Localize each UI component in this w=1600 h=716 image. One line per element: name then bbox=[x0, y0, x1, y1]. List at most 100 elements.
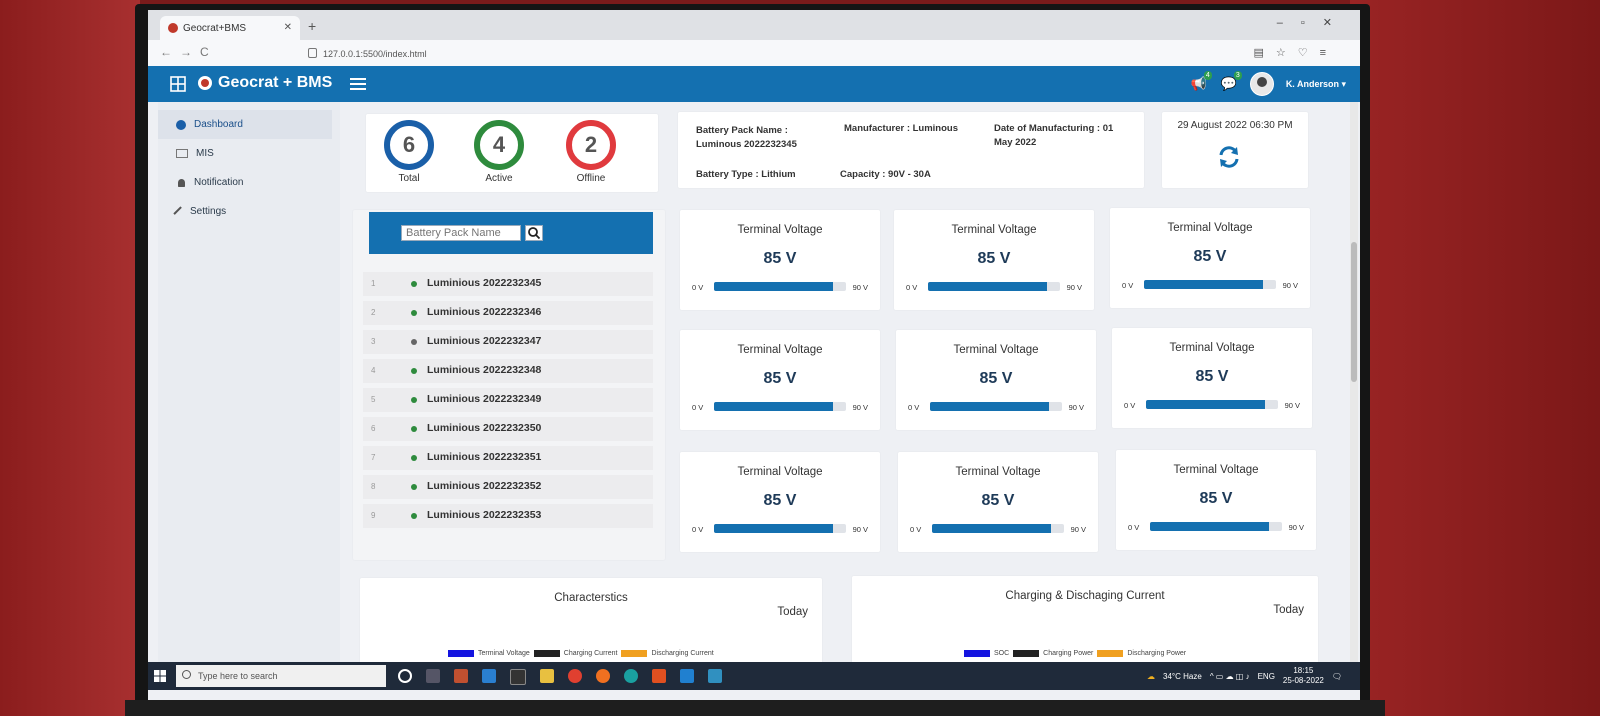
row-number: 9 bbox=[371, 511, 376, 520]
weather-icon: ☁ bbox=[1147, 671, 1156, 681]
list-item[interactable]: 4 Luminious 2022232348 bbox=[363, 359, 653, 383]
stat-offline[interactable]: 2 Offline bbox=[556, 120, 626, 184]
list-item[interactable]: 6 Luminious 2022232350 bbox=[363, 417, 653, 441]
chart-period[interactable]: Today bbox=[1273, 604, 1304, 616]
voltage-bar bbox=[928, 282, 1060, 291]
list-item[interactable]: 3 Luminious 2022232347 bbox=[363, 330, 653, 354]
voltage-card[interactable]: Terminal Voltage 85 V 0 V 90 V bbox=[894, 210, 1094, 310]
weather-text[interactable]: 34°C Haze bbox=[1163, 672, 1202, 681]
megaphone-icon[interactable]: 📢 4 bbox=[1190, 71, 1212, 93]
task-view-icon[interactable] bbox=[426, 669, 440, 683]
avatar[interactable] bbox=[1249, 72, 1274, 96]
list-item[interactable]: 9 Luminious 2022232353 bbox=[363, 504, 653, 528]
search-band bbox=[369, 212, 653, 254]
chart-period[interactable]: Today bbox=[777, 606, 808, 618]
voltage-card[interactable]: Terminal Voltage 85 V 0 V 90 V bbox=[680, 210, 880, 310]
voltage-card[interactable]: Terminal Voltage 85 V 0 V 90 V bbox=[1116, 450, 1316, 550]
windows-start-icon[interactable] bbox=[154, 670, 166, 682]
list-item[interactable]: 1 Luminious 2022232345 bbox=[363, 272, 653, 296]
legend-label[interactable]: Terminal Voltage bbox=[478, 650, 530, 657]
nav-buttons[interactable]: ←→C bbox=[160, 45, 217, 59]
tray-icons[interactable]: ^ ▭ ☁ ◫ ♪ bbox=[1210, 672, 1250, 681]
voltage-bar-fill bbox=[1144, 280, 1263, 289]
mis-icon bbox=[176, 149, 188, 158]
terminal-icon[interactable] bbox=[510, 669, 526, 685]
chrome-icon[interactable] bbox=[568, 669, 582, 683]
apps-grid-icon[interactable] bbox=[170, 76, 186, 92]
list-item[interactable]: 7 Luminious 2022232351 bbox=[363, 446, 653, 470]
message-icon[interactable]: 💬 3 bbox=[1220, 71, 1242, 93]
browser-toolbar-icons[interactable]: ▤☆♡≡ bbox=[1253, 46, 1338, 59]
background-left bbox=[0, 0, 140, 716]
hamburger-menu-icon[interactable] bbox=[350, 77, 366, 91]
voltage-card[interactable]: Terminal Voltage 85 V 0 V 90 V bbox=[896, 330, 1096, 430]
voltage-card[interactable]: Terminal Voltage 85 V 0 V 90 V bbox=[680, 452, 880, 552]
offline-ring: 2 bbox=[566, 120, 616, 170]
legend-label[interactable]: Charging Current bbox=[564, 650, 618, 657]
language-indicator[interactable]: ENG bbox=[1258, 672, 1275, 681]
sidebar-item-dashboard[interactable]: Dashboard bbox=[158, 110, 332, 139]
firefox-icon[interactable] bbox=[596, 669, 610, 683]
voltage-card[interactable]: Terminal Voltage 85 V 0 V 90 V bbox=[1112, 328, 1312, 428]
vscode-icon[interactable] bbox=[680, 669, 694, 683]
legend-swatch bbox=[1097, 650, 1124, 657]
battery-search-input[interactable] bbox=[401, 225, 521, 241]
edge-legacy-icon[interactable] bbox=[454, 669, 468, 683]
notifications-icon[interactable]: 🗨 bbox=[1332, 672, 1342, 681]
close-tab-icon[interactable]: ✕ bbox=[284, 22, 292, 33]
window-controls[interactable]: –▫✕ bbox=[1277, 16, 1350, 29]
page-scrollbar[interactable] bbox=[1350, 102, 1358, 662]
scrollbar-thumb[interactable] bbox=[1351, 242, 1357, 382]
legend-label[interactable]: Discharging Current bbox=[651, 650, 713, 657]
list-item[interactable]: 5 Luminious 2022232349 bbox=[363, 388, 653, 412]
clock[interactable]: 18:15 25-08-2022 bbox=[1283, 666, 1324, 686]
voltage-min: 0 V bbox=[908, 403, 920, 412]
user-menu[interactable]: K. Anderson ▾ bbox=[1286, 79, 1346, 90]
voltage-min: 0 V bbox=[692, 283, 704, 292]
mail-icon[interactable] bbox=[482, 669, 496, 683]
sidebar-item-notification[interactable]: Notification bbox=[158, 168, 340, 197]
url-field[interactable]: 127.0.0.1:5500/index.html bbox=[308, 48, 427, 59]
new-tab-icon[interactable]: + bbox=[308, 18, 316, 34]
bell-icon bbox=[178, 178, 185, 187]
pack-capacity: Capacity : 90V - 30A bbox=[840, 169, 931, 180]
voltage-card[interactable]: Terminal Voltage 85 V 0 V 90 V bbox=[898, 452, 1098, 552]
voltage-value: 85 V bbox=[981, 492, 1015, 509]
legend-label[interactable]: Charging Power bbox=[1043, 650, 1093, 657]
brand[interactable]: Geocrat + BMS bbox=[198, 74, 332, 92]
voltage-card[interactable]: Terminal Voltage 85 V 0 V 90 V bbox=[680, 330, 880, 430]
voltage-card-title: Terminal Voltage bbox=[737, 344, 823, 356]
legend-label[interactable]: SOC bbox=[994, 650, 1009, 657]
sidebar-item-mis[interactable]: MIS bbox=[158, 139, 340, 168]
messages-badge: 3 bbox=[1233, 71, 1242, 80]
url-text: 127.0.0.1:5500/index.html bbox=[323, 49, 427, 59]
stat-active[interactable]: 4 Active bbox=[464, 120, 534, 184]
address-bar: ←→C 127.0.0.1:5500/index.html ▤☆♡≡ bbox=[148, 40, 1360, 67]
list-item[interactable]: 8 Luminious 2022232352 bbox=[363, 475, 653, 499]
charging-chart-card: Charging & Dischaging Current Today SOC … bbox=[852, 576, 1318, 666]
sidebar-item-settings[interactable]: Settings bbox=[158, 197, 340, 226]
battery-name: Luminious 2022232346 bbox=[427, 306, 542, 318]
battery-name: Luminious 2022232353 bbox=[427, 509, 542, 521]
edge-icon[interactable] bbox=[624, 669, 638, 683]
cortana-icon[interactable] bbox=[398, 669, 412, 683]
file-explorer-icon[interactable] bbox=[540, 669, 554, 683]
status-dot bbox=[411, 455, 417, 461]
battery-list-card: 1 Luminious 2022232345 2 Luminious 2022232… bbox=[353, 210, 665, 560]
voltage-card-title: Terminal Voltage bbox=[953, 344, 1039, 356]
search-button[interactable] bbox=[525, 225, 543, 241]
photos-icon[interactable] bbox=[708, 669, 722, 683]
legend-label[interactable]: Discharging Power bbox=[1127, 650, 1186, 657]
stat-total[interactable]: 6 Total bbox=[374, 120, 444, 184]
voltage-bar-fill bbox=[714, 524, 833, 533]
taskbar-search[interactable]: Type here to search bbox=[176, 665, 386, 687]
voltage-bar bbox=[714, 402, 846, 411]
voltage-value: 85 V bbox=[763, 370, 797, 387]
refresh-icon[interactable] bbox=[1216, 144, 1242, 170]
voltage-card[interactable]: Terminal Voltage 85 V 0 V 90 V bbox=[1110, 208, 1310, 308]
browser-tabbar: Geocrat+BMS ✕ + –▫✕ bbox=[148, 10, 1360, 40]
sublime-icon[interactable] bbox=[652, 669, 666, 683]
list-item[interactable]: 2 Luminious 2022232346 bbox=[363, 301, 653, 325]
browser-tab[interactable]: Geocrat+BMS ✕ bbox=[160, 16, 300, 40]
voltage-max: 90 V bbox=[1282, 281, 1298, 290]
